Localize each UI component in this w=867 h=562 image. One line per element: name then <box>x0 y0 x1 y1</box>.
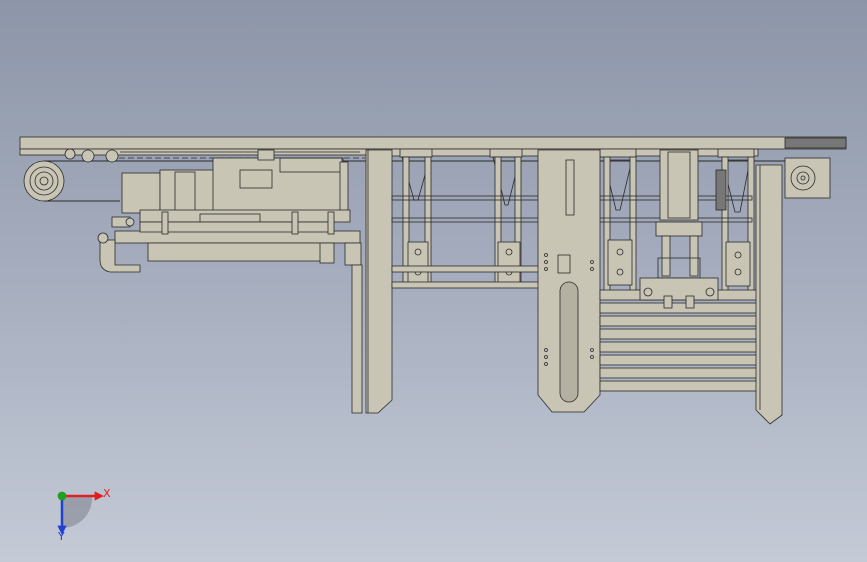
lifting-cylinder <box>639 149 727 309</box>
axis-y-label: Y <box>58 530 65 543</box>
gripper-bracket-3 <box>599 148 637 293</box>
right-end-pulley <box>755 157 831 425</box>
axis-x-label: X <box>103 487 111 500</box>
right-plate-stack <box>599 289 761 392</box>
machine-assembly-drawing[interactable] <box>0 0 867 562</box>
triad-origin-icon <box>57 491 67 501</box>
left-frame-legs <box>351 149 393 414</box>
drive-unit <box>111 149 351 235</box>
coordinate-triad <box>57 491 104 535</box>
center-slotted-plate <box>537 149 601 413</box>
cad-viewport[interactable]: X Y <box>0 0 867 562</box>
